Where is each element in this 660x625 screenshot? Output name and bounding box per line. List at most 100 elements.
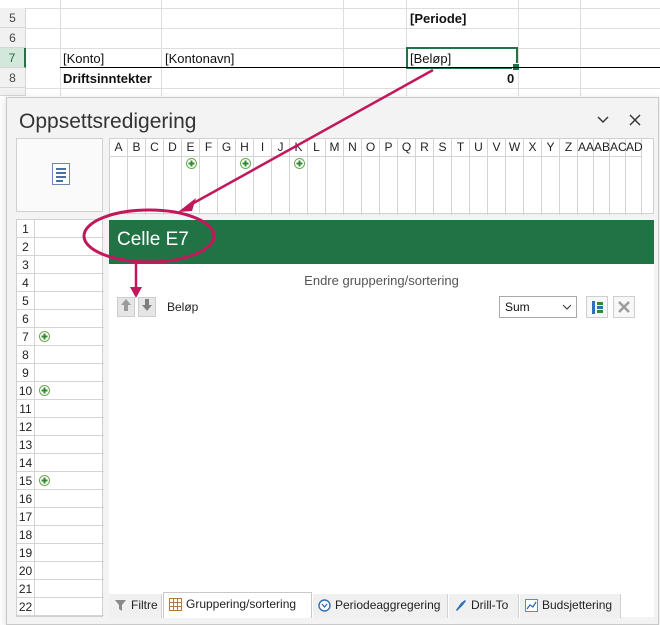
column-header-o[interactable]: O — [362, 139, 380, 215]
row-number-5[interactable]: 5 — [0, 8, 26, 28]
row-header-16[interactable]: 16 — [17, 490, 104, 508]
row-header-11[interactable]: 11 — [17, 400, 104, 418]
column-label: O — [365, 140, 376, 154]
row-label: 9 — [17, 364, 35, 382]
row-header-10[interactable]: 10 — [17, 382, 104, 400]
column-label: AC — [610, 140, 627, 154]
row-header-1[interactable]: 1 — [17, 220, 104, 238]
add-icon[interactable] — [293, 158, 305, 169]
row-header-13[interactable]: 13 — [17, 436, 104, 454]
tab-drill-to[interactable]: Drill-To — [449, 594, 519, 618]
column-header-i[interactable]: I — [254, 139, 272, 215]
row-header-18[interactable]: 18 — [17, 526, 104, 544]
add-icon[interactable] — [239, 158, 251, 169]
document-icon — [52, 163, 70, 185]
tab-filtre[interactable]: Filtre — [109, 594, 162, 618]
drill-icon — [456, 600, 466, 611]
row-header-19[interactable]: 19 — [17, 544, 104, 562]
row-header-2[interactable]: 2 — [17, 238, 104, 256]
column-header-s[interactable]: S — [434, 139, 452, 215]
column-header-c[interactable]: C — [146, 139, 164, 215]
column-header-a[interactable]: A — [110, 139, 128, 215]
column-label: J — [277, 140, 284, 154]
tab-label: Periodeaggregering — [335, 598, 441, 612]
column-header-ab[interactable]: AB — [594, 139, 610, 215]
column-label: X — [528, 140, 537, 154]
add-icon[interactable] — [39, 331, 50, 342]
column-label: V — [492, 140, 501, 154]
column-header-d[interactable]: D — [164, 139, 182, 215]
row-header-9[interactable]: 9 — [17, 364, 104, 382]
column-header-f[interactable]: F — [200, 139, 218, 215]
column-header-aa[interactable]: AA — [578, 139, 594, 215]
column-header-r[interactable]: R — [416, 139, 434, 215]
periode-cell[interactable]: [Periode] — [410, 11, 466, 26]
row-number-7[interactable]: 7 — [0, 48, 26, 68]
column-header-z[interactable]: Z — [560, 139, 578, 215]
column-header-g[interactable]: G — [218, 139, 236, 215]
remove-button[interactable] — [613, 296, 635, 318]
tab-gruppering-sortering[interactable]: Gruppering/sortering — [163, 592, 312, 618]
column-header-e[interactable]: E — [182, 139, 200, 215]
tab-budsjettering[interactable]: Budsjettering — [520, 594, 621, 618]
row-header-15[interactable]: 15 — [17, 472, 104, 490]
row-label: 18 — [17, 526, 35, 544]
column-label: E — [186, 140, 195, 154]
row-header-14[interactable]: 14 — [17, 454, 104, 472]
close-icon[interactable] — [625, 112, 645, 132]
column-label: U — [474, 140, 483, 154]
driftsinntekter-cell[interactable]: Driftsinntekter — [63, 71, 152, 86]
column-header-ad[interactable]: AD — [626, 139, 643, 215]
row-header-21[interactable]: 21 — [17, 580, 104, 598]
column-header-h[interactable]: H — [236, 139, 254, 215]
driftsinntekter-value[interactable]: 0 — [507, 71, 514, 86]
add-icon[interactable] — [39, 385, 50, 396]
column-header-q[interactable]: Q — [398, 139, 416, 215]
column-header-ac[interactable]: AC — [610, 139, 627, 215]
tree-structure-button[interactable] — [586, 296, 608, 318]
row-header-12[interactable]: 12 — [17, 418, 104, 436]
add-icon[interactable] — [185, 158, 197, 169]
row-header-4[interactable]: 4 — [17, 274, 104, 292]
column-header-v[interactable]: V — [488, 139, 506, 215]
row-header-5[interactable]: 5 — [17, 292, 104, 310]
grouping-panel: Celle E7 Endre gruppering/sortering Belø… — [109, 220, 654, 617]
aggregate-select[interactable]: Sum — [499, 296, 577, 318]
row-header-3[interactable]: 3 — [17, 256, 104, 274]
column-header-l[interactable]: L — [308, 139, 326, 215]
column-header-j[interactable]: J — [272, 139, 290, 215]
move-up-button[interactable] — [117, 297, 135, 317]
row-header-7[interactable]: 7 — [17, 328, 104, 346]
column-header-b[interactable]: B — [128, 139, 146, 215]
row-header-8[interactable]: 8 — [17, 346, 104, 364]
column-header-u[interactable]: U — [470, 139, 488, 215]
column-header-y[interactable]: Y — [542, 139, 560, 215]
tab-periodeaggregering[interactable]: Periodeaggregering — [313, 594, 448, 618]
column-header-n[interactable]: N — [344, 139, 362, 215]
column-header-x[interactable]: X — [524, 139, 542, 215]
chevron-down-icon[interactable] — [593, 112, 613, 132]
chart-icon — [525, 599, 538, 612]
row-number-8[interactable]: 8 — [0, 68, 26, 88]
row-header-22[interactable]: 22 — [17, 598, 104, 616]
column-header-t[interactable]: T — [452, 139, 470, 215]
column-header-k[interactable]: K — [290, 139, 308, 215]
column-header-w[interactable]: W — [506, 139, 524, 215]
layout-corner-button[interactable] — [16, 138, 103, 212]
row-header-6[interactable]: 6 — [17, 310, 104, 328]
row-label: 21 — [17, 580, 35, 598]
row-label: 20 — [17, 562, 35, 580]
column-header-m[interactable]: M — [326, 139, 344, 215]
move-down-button[interactable] — [138, 297, 156, 317]
kontonavn-cell[interactable]: [Kontonavn] — [165, 51, 234, 66]
cell-header-label: Celle E7 — [117, 229, 189, 250]
column-header-p[interactable]: P — [380, 139, 398, 215]
column-label: AB — [594, 140, 611, 154]
row-header-17[interactable]: 17 — [17, 508, 104, 526]
konto-cell[interactable]: [Konto] — [63, 51, 104, 66]
column-label: Q — [401, 140, 412, 154]
column-label: L — [313, 140, 320, 154]
add-icon[interactable] — [39, 475, 50, 486]
row-number-6[interactable]: 6 — [0, 28, 26, 48]
row-header-20[interactable]: 20 — [17, 562, 104, 580]
